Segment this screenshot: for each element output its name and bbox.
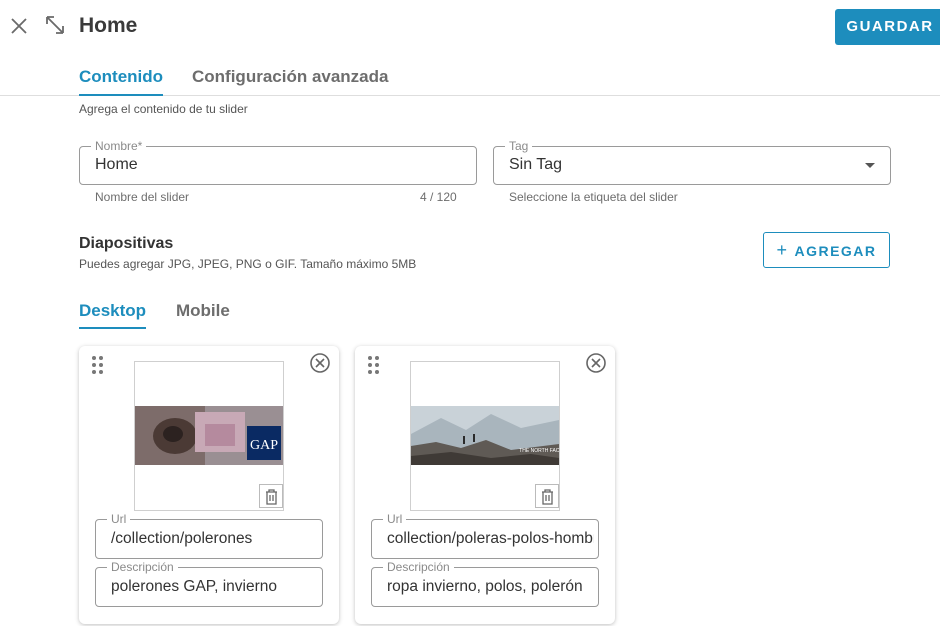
page-title: Home (79, 14, 138, 37)
slide-image-preview: GAP (134, 361, 284, 511)
svg-text:GAP: GAP (250, 438, 278, 453)
tag-select-helper: Seleccione la etiqueta del slider (509, 190, 678, 204)
plus-icon: + (776, 240, 789, 260)
name-field-label: Nombre* (91, 139, 147, 153)
name-field-value[interactable]: Home (95, 156, 138, 174)
name-field-helper: Nombre del slider (95, 190, 190, 204)
drag-handle-icon[interactable] (91, 355, 105, 375)
description-field[interactable]: Descripción polerones GAP, invierno (95, 560, 323, 607)
description-field-value[interactable]: ropa invierno, polos, polerón (387, 578, 594, 596)
circle-close-icon[interactable] (309, 352, 331, 374)
svg-text:THE NORTH FACE: THE NORTH FACE (519, 448, 559, 454)
tag-select-value: Sin Tag (509, 156, 563, 173)
close-icon[interactable] (8, 14, 30, 36)
delete-image-button[interactable] (535, 484, 559, 508)
name-field[interactable]: Nombre* Home (79, 139, 477, 185)
tab-contenido[interactable]: Contenido (79, 67, 164, 96)
slides-subtitle: Puedes agregar JPG, JPEG, PNG o GIF. Tam… (79, 257, 417, 271)
delete-image-button[interactable] (259, 484, 283, 508)
url-field[interactable]: Url /collection/polerones (95, 512, 323, 559)
tag-select[interactable]: Tag Sin Tag (493, 139, 891, 185)
north-face-banner-image: THE NORTH FACE (411, 406, 559, 465)
save-button[interactable]: GUARDAR (835, 9, 940, 45)
url-field-value[interactable]: /collection/polerones (111, 530, 318, 548)
trash-icon (266, 489, 277, 505)
drag-handle-icon[interactable] (367, 355, 381, 375)
description-field-label: Descripción (107, 560, 178, 574)
description-field-value[interactable]: polerones GAP, invierno (111, 578, 318, 596)
gap-banner-image: GAP (135, 406, 283, 465)
expand-icon[interactable] (44, 14, 66, 38)
url-field-label: Url (383, 512, 407, 526)
add-slide-label: AGREGAR (794, 243, 877, 259)
url-field-label: Url (107, 512, 131, 526)
tag-select-label: Tag (505, 139, 533, 153)
slide-card: THE NORTH FACE Url collection/poleras-po… (355, 346, 615, 624)
slide-image-preview: THE NORTH FACE (410, 361, 560, 511)
add-slide-button[interactable]: + AGREGAR (763, 232, 890, 268)
tab-mobile[interactable]: Mobile (176, 301, 230, 327)
content-subtitle: Agrega el contenido de tu slider (79, 102, 248, 116)
url-field[interactable]: Url collection/poleras-polos-hombre (371, 512, 599, 559)
description-field-label: Descripción (383, 560, 454, 574)
tab-desktop[interactable]: Desktop (79, 301, 147, 329)
dialog-header: Home GUARDAR Contenido Configuración ava… (0, 0, 940, 96)
description-field[interactable]: Descripción ropa invierno, polos, poleró… (371, 560, 599, 607)
slide-card: GAP Url /collection/polerones Descripció… (79, 346, 339, 624)
trash-icon (542, 489, 553, 505)
circle-close-icon[interactable] (585, 352, 607, 374)
name-field-counter: 4 / 120 (420, 190, 457, 204)
url-field-value[interactable]: collection/poleras-polos-hombre (387, 530, 594, 548)
slides-title: Diapositivas (79, 235, 174, 252)
caret-down-icon[interactable] (864, 162, 876, 170)
tab-configuracion-avanzada[interactable]: Configuración avanzada (192, 67, 388, 94)
